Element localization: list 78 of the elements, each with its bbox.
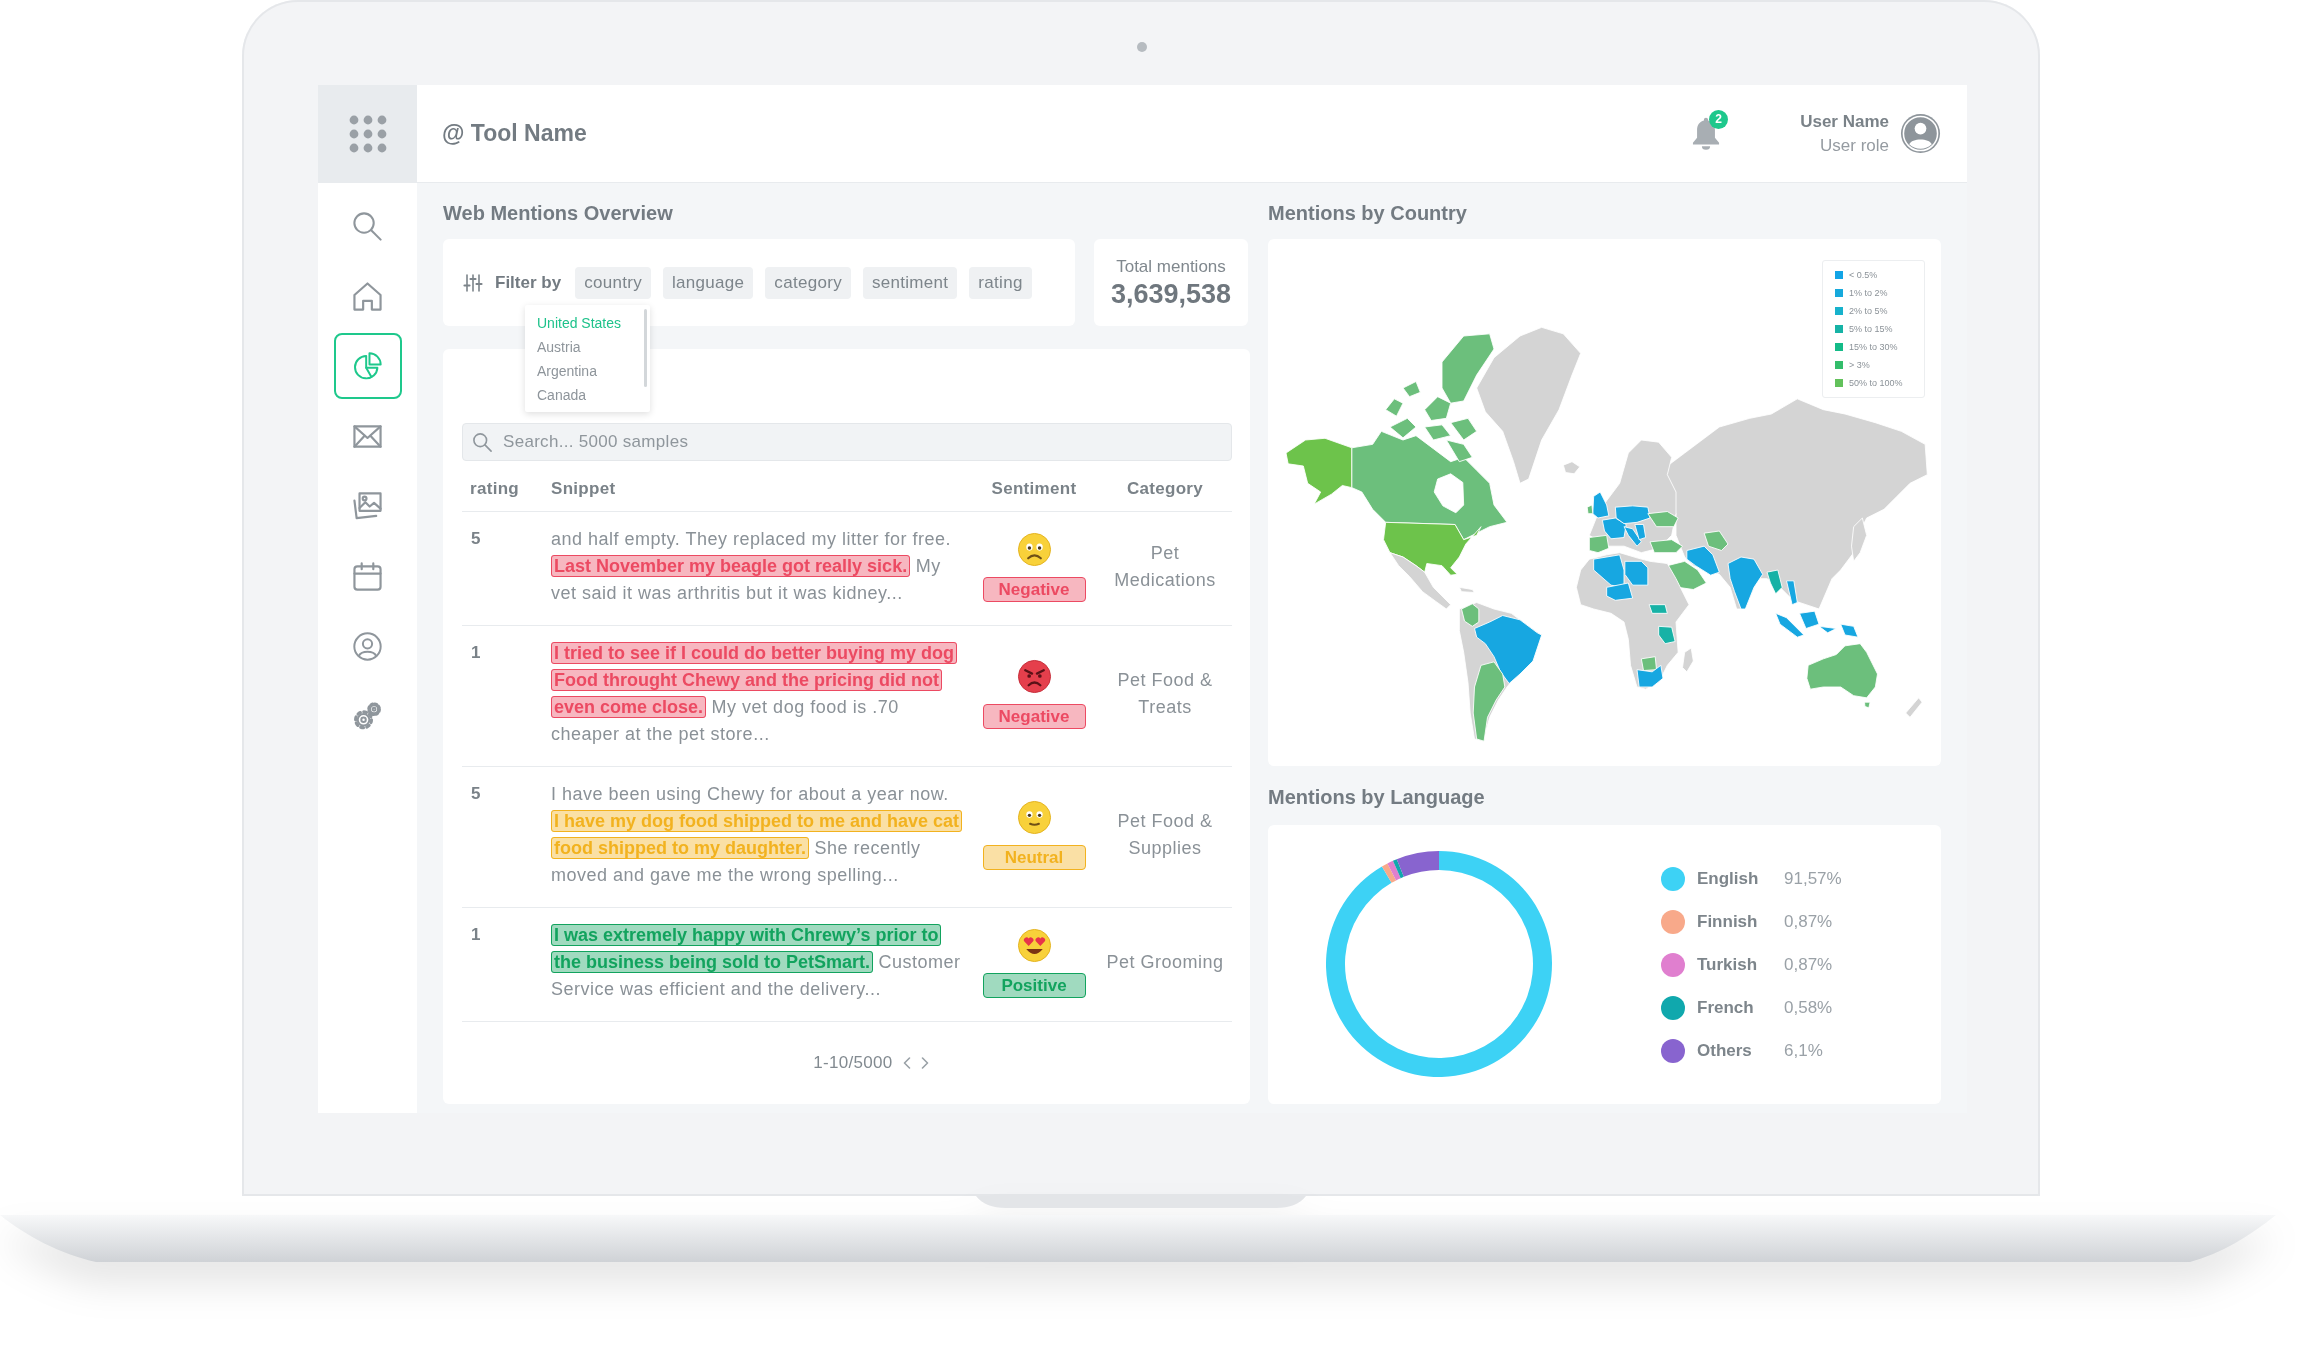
sentiment-badge: Negative	[982, 704, 1086, 729]
dropdown-option[interactable]: United States	[537, 311, 622, 335]
legend-label: 50% to 100%	[1849, 378, 1903, 388]
language-share: 0,87%	[1784, 911, 1834, 932]
search-icon	[473, 433, 492, 452]
category-label: Pet Grooming	[1106, 951, 1224, 974]
snippet-text: I have been using Chewy for about a year now. I have my dog food shipped to me and have cat food shipped to my daughter. She recently moved and gave me the wrong spelling...	[540, 781, 968, 889]
language-name: French	[1697, 997, 1755, 1018]
filter-chip[interactable]: category	[765, 266, 851, 299]
app-title: @ Tool Name	[442, 120, 587, 147]
legend-label: > 3%	[1849, 360, 1870, 370]
user-role: User role	[1820, 134, 1889, 157]
legend-label: 2% to 5%	[1849, 306, 1888, 316]
category-label: Pet Food & Supplies	[1116, 810, 1214, 860]
heart-eyes-face-icon	[1016, 927, 1052, 963]
grid-icon	[348, 115, 387, 153]
user-name: User Name	[1800, 110, 1889, 133]
column-header: Category	[1126, 478, 1204, 499]
chevron-left-icon[interactable]	[902, 1057, 911, 1069]
sliders-icon[interactable]	[463, 272, 483, 293]
legend-label: 5% to 15%	[1849, 324, 1893, 334]
filter-label: Filter by	[495, 272, 562, 293]
column-header: rating	[469, 478, 520, 499]
snippet-text: and half empty. They replaced my litter for free. Last November my beagle got really sick. My vet said it was arthritis but it was kidney...	[550, 528, 952, 605]
section-title: Mentions by Country	[1268, 201, 1468, 225]
filter-chip[interactable]: country	[575, 266, 651, 299]
neutral-face-icon	[1016, 800, 1052, 835]
sentiment-badge: Neutral	[982, 845, 1086, 870]
gears-icon	[353, 701, 382, 731]
webcam-icon	[1136, 42, 1147, 52]
language-share: 6,1%	[1784, 1040, 1824, 1061]
total-label: Total mentions	[1116, 255, 1226, 278]
sentiment-badge: Positive	[982, 972, 1086, 998]
language-name: English	[1697, 868, 1760, 889]
dropdown-option[interactable]: Canada	[537, 383, 587, 407]
page-range: 1-10/5000	[813, 1053, 893, 1073]
search-field[interactable]: Search... 5000 samples	[462, 423, 1232, 461]
total-value: 3,639,538	[1110, 277, 1232, 310]
scrollbar[interactable]	[644, 309, 647, 387]
filter-chip[interactable]: language	[663, 266, 754, 299]
rating-value: 1	[470, 642, 481, 664]
language-name: Turkish	[1697, 954, 1759, 975]
angry-face-icon	[1016, 659, 1052, 694]
rating-value: 5	[470, 783, 481, 805]
rating-value: 5	[470, 528, 481, 550]
calendar-icon	[353, 561, 382, 591]
sentiment-badge: Negative	[982, 576, 1086, 602]
legend-label: 1% to 2%	[1849, 288, 1888, 298]
rating-value: 1	[470, 924, 481, 946]
dropdown-option[interactable]: Austria	[537, 335, 581, 359]
column-header: Snippet	[550, 478, 616, 499]
language-share: 0,87%	[1784, 954, 1834, 975]
category-label: Pet Medications	[1113, 541, 1217, 592]
dropdown-option[interactable]: Argentina	[537, 359, 597, 383]
language-name: Others	[1697, 1040, 1753, 1061]
section-title: Web Mentions Overview	[443, 201, 674, 225]
home-icon	[353, 281, 382, 311]
language-share: 91,57%	[1784, 868, 1842, 889]
legend-label: < 0.5%	[1849, 270, 1878, 280]
chevron-right-icon[interactable]	[920, 1057, 929, 1069]
worried-face-icon	[1016, 531, 1052, 567]
avatar-icon[interactable]	[1900, 113, 1941, 154]
language-share: 0,58%	[1784, 997, 1834, 1018]
nav-item[interactable]	[333, 333, 402, 399]
column-header: Sentiment	[991, 478, 1077, 499]
filter-chip[interactable]: sentiment	[862, 266, 958, 299]
category-label: Pet Food & Treats	[1116, 669, 1214, 719]
legend-label: 15% to 30%	[1849, 342, 1898, 352]
apps-button[interactable]	[318, 85, 417, 183]
snippet-text: I was extremely happy with Chrewy’s prior to the business being sold to PetSmart. Customer Service was efficient and the delivery...	[550, 923, 962, 1001]
filter-chip[interactable]: rating	[969, 266, 1032, 299]
search-icon	[353, 211, 382, 241]
pie-chart-icon	[353, 351, 382, 381]
notification-badge: 2	[1709, 110, 1729, 129]
pictures-icon	[353, 491, 382, 521]
user-circle-icon	[353, 631, 382, 661]
language-name: Finnish	[1697, 911, 1759, 932]
section-title: Mentions by Language	[1268, 785, 1486, 809]
